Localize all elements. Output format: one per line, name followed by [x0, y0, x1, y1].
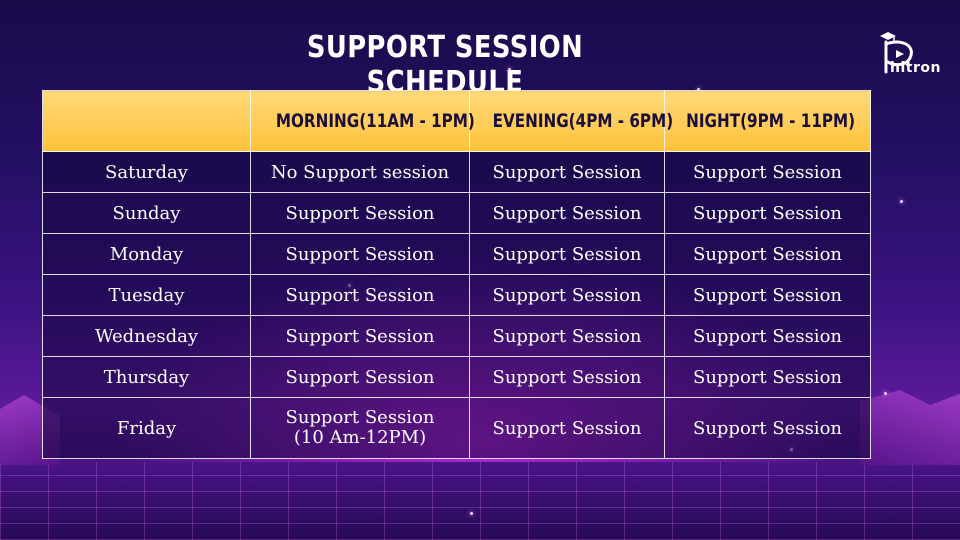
evening-cell: Support Session	[469, 274, 665, 316]
morning-cell: Support Session	[250, 356, 470, 398]
evening-cell: Support Session	[469, 356, 665, 398]
night-cell: Support Session	[664, 151, 871, 193]
morning-session-note: (10 Am-12PM)	[293, 427, 427, 448]
day-cell: Tuesday	[42, 274, 251, 316]
table-row: Monday Support Session Support Session S…	[42, 233, 871, 275]
morning-cell: Support Session (10 Am-12PM)	[250, 397, 470, 459]
table-row: Saturday No Support session Support Sess…	[42, 151, 871, 193]
night-cell: Support Session	[664, 274, 871, 316]
mountain-right	[860, 390, 960, 465]
table-row: Thursday Support Session Support Session…	[42, 356, 871, 398]
grid-floor	[0, 462, 960, 540]
header-evening-label: EVENING(4PM - 6PM)	[492, 110, 674, 132]
star	[884, 392, 887, 395]
morning-cell: Support Session	[250, 315, 470, 357]
evening-cell: Support Session	[469, 192, 665, 234]
morning-cell: Support Session	[250, 233, 470, 275]
header-morning: MORNING(11AM - 1PM)	[250, 90, 475, 152]
day-cell: Thursday	[42, 356, 251, 398]
star	[900, 200, 903, 203]
header-night-label: NIGHT(9PM - 11PM)	[686, 110, 856, 132]
table-row: Tuesday Support Session Support Session …	[42, 274, 871, 316]
day-cell: Friday	[42, 397, 251, 459]
morning-session-label: Support Session	[285, 407, 435, 428]
day-cell: Sunday	[42, 192, 251, 234]
night-cell: Support Session	[664, 356, 871, 398]
night-cell: Support Session	[664, 315, 871, 357]
header-row: MORNING(11AM - 1PM) EVENING(4PM - 6PM) N…	[42, 90, 871, 152]
night-cell: Support Session	[664, 233, 871, 275]
logo-text: hitron	[890, 60, 941, 76]
night-cell: Support Session	[664, 397, 871, 459]
evening-cell: Support Session	[469, 315, 665, 357]
day-cell: Saturday	[42, 151, 251, 193]
header-day-cell	[42, 90, 251, 152]
star	[470, 512, 473, 515]
day-cell: Monday	[42, 233, 251, 275]
header-evening: EVENING(4PM - 6PM)	[469, 90, 673, 152]
table-row: Sunday Support Session Support Session S…	[42, 192, 871, 234]
night-cell: Support Session	[664, 192, 871, 234]
header-night: NIGHT(9PM - 11PM)	[664, 90, 871, 152]
day-cell: Wednesday	[42, 315, 251, 357]
table-row: Friday Support Session (10 Am-12PM) Supp…	[42, 397, 871, 459]
evening-cell: Support Session	[469, 151, 665, 193]
morning-cell: Support Session	[250, 192, 470, 234]
evening-cell: Support Session	[469, 233, 665, 275]
morning-cell: No Support session	[250, 151, 470, 193]
schedule-table: MORNING(11AM - 1PM) EVENING(4PM - 6PM) N…	[42, 90, 871, 459]
evening-cell: Support Session	[469, 397, 665, 459]
table-row: Wednesday Support Session Support Sessio…	[42, 315, 871, 357]
morning-cell: Support Session	[250, 274, 470, 316]
header-morning-label: MORNING(11AM - 1PM)	[275, 110, 475, 132]
